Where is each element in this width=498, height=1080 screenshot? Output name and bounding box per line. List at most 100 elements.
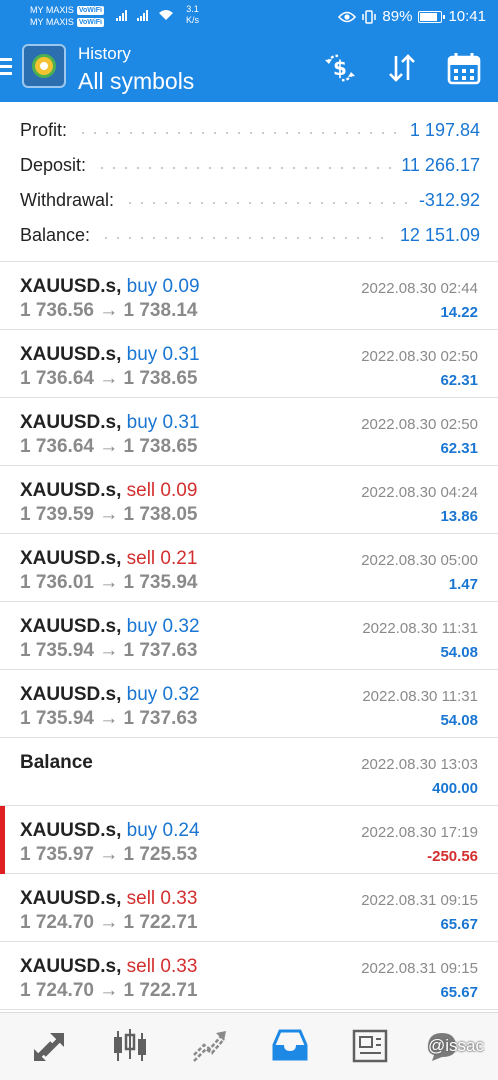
history-icon[interactable]: [270, 1025, 310, 1065]
deal-direction: buy 0.32: [126, 684, 200, 705]
deal-direction: sell 0.21: [126, 548, 198, 569]
summary-label: Profit:: [20, 119, 68, 140]
deal-time: 2022.08.30 13:03: [361, 756, 478, 773]
signal-strength-icon: [137, 9, 148, 21]
balance-label: Balance: [20, 752, 93, 773]
deal-direction: buy 0.32: [126, 616, 200, 637]
deal-row[interactable]: XAUUSD.s, sell 0.33 1 724.70 → 1 722.71 …: [0, 942, 498, 1010]
deal-direction: sell 0.33: [126, 956, 198, 977]
calendar-icon[interactable]: [446, 50, 482, 86]
deal-prices: 1 736.56 → 1 738.14: [20, 300, 198, 321]
signal-icons: [116, 9, 174, 21]
deal-symbol: XAUUSD.s,: [20, 956, 122, 977]
deal-row[interactable]: XAUUSD.s, sell 0.33 1 724.70 → 1 722.71 …: [0, 874, 498, 942]
deal-prices: 1 735.94 → 1 737.63: [20, 708, 198, 729]
wifi-icon: [159, 10, 173, 20]
app-logo: [22, 44, 66, 88]
vibrate-icon: [362, 9, 377, 24]
deal-profit: 65.67: [440, 916, 478, 933]
deal-symbol: XAUUSD.s,: [20, 820, 122, 841]
summary-row-withdrawal: Withdrawal: -312.92: [20, 183, 480, 217]
dotted-leader: [77, 132, 400, 134]
deal-prices: 1 724.70 → 1 722.71: [20, 980, 198, 1001]
deal-row[interactable]: XAUUSD.s, buy 0.31 1 736.64 → 1 738.65 2…: [0, 330, 498, 398]
deal-prices: 1 736.64 → 1 738.65: [20, 368, 198, 389]
page-title[interactable]: All symbols: [78, 68, 194, 95]
sort-icon[interactable]: [384, 50, 420, 86]
summary-row-deposit: Deposit: 11 266.17: [20, 148, 480, 182]
summary-row-balance: Balance: 12 151.09: [20, 218, 480, 252]
chart-icon[interactable]: [110, 1025, 150, 1065]
deal-symbol: XAUUSD.s,: [20, 548, 122, 569]
trade-icon[interactable]: [190, 1025, 230, 1065]
deal-time: 2022.08.31 09:15: [361, 892, 478, 909]
summary-value: 11 266.17: [401, 154, 480, 175]
summary-value: -312.92: [418, 189, 480, 210]
deal-prices: 1 735.94 → 1 737.63: [20, 640, 198, 661]
deal-time: 2022.08.30 17:19: [361, 824, 478, 841]
quotes-icon[interactable]: [30, 1025, 70, 1065]
bottom-navigation: [0, 1012, 498, 1080]
signal-strength-icon: [116, 9, 127, 21]
carrier-1-label: MY MAXIS: [30, 5, 74, 15]
loss-marker: [0, 806, 5, 874]
deal-time: 2022.08.30 11:31: [362, 620, 478, 637]
clock: 10:41: [448, 8, 486, 25]
deal-profit: 62.31: [440, 440, 478, 457]
deal-row[interactable]: XAUUSD.s, buy 0.24 1 735.97 → 1 725.53 2…: [0, 806, 498, 874]
deal-row[interactable]: XAUUSD.s, buy 0.32 1 735.94 → 1 737.63 2…: [0, 602, 498, 670]
deal-symbol: XAUUSD.s,: [20, 684, 122, 705]
deal-time: 2022.08.30 02:44: [361, 280, 478, 297]
deal-prices: 1 739.59 → 1 738.05: [20, 504, 198, 525]
eye-icon: [338, 11, 357, 22]
watermark: @issac: [428, 1036, 484, 1055]
deal-profit: 400.00: [432, 780, 478, 797]
svg-text:$: $: [333, 56, 347, 80]
deal-direction: buy 0.31: [126, 344, 200, 365]
speed-unit: K/s: [186, 15, 200, 25]
status-bar: MY MAXIS VoWiFi MY MAXIS VoWiFi 3.1 K/s 89…: [0, 0, 498, 36]
summary-label: Balance:: [20, 224, 91, 245]
deal-profit: 62.31: [440, 372, 478, 389]
summary-value: 1 197.84: [409, 119, 480, 140]
deal-direction: buy 0.31: [126, 412, 200, 433]
news-icon[interactable]: [350, 1025, 390, 1065]
deal-time: 2022.08.30 04:24: [361, 484, 478, 501]
carrier-info: MY MAXIS VoWiFi MY MAXIS VoWiFi: [30, 4, 104, 28]
deal-profit: 54.08: [440, 712, 478, 729]
deal-row[interactable]: XAUUSD.s, sell 0.21 1 736.01 → 1 735.94 …: [0, 534, 498, 602]
deal-symbol: XAUUSD.s,: [20, 616, 122, 637]
menu-icon[interactable]: [0, 58, 14, 76]
deal-profit: -250.56: [427, 848, 478, 865]
history-summary: Profit: 1 197.84 Deposit: 11 266.17 With…: [0, 102, 498, 262]
vowifi-badge: VoWiFi: [76, 5, 104, 15]
deals-list: XAUUSD.s, buy 0.09 1 736.56 → 1 738.14 2…: [0, 262, 498, 1010]
deal-profit: 65.67: [440, 984, 478, 1001]
deal-row[interactable]: XAUUSD.s, buy 0.32 1 735.94 → 1 737.63 2…: [0, 670, 498, 738]
deal-prices: 1 735.97 → 1 725.53: [20, 844, 198, 865]
deal-direction: sell 0.33: [126, 888, 198, 909]
deal-row[interactable]: XAUUSD.s, sell 0.09 1 739.59 → 1 738.05 …: [0, 466, 498, 534]
deal-row[interactable]: XAUUSD.s, buy 0.09 1 736.56 → 1 738.14 2…: [0, 262, 498, 330]
deal-time: 2022.08.30 02:50: [361, 416, 478, 433]
speed-value: 3.1: [186, 4, 199, 14]
summary-value: 12 151.09: [399, 224, 480, 245]
summary-label: Withdrawal:: [20, 189, 115, 210]
deal-time: 2022.08.30 02:50: [361, 348, 478, 365]
dotted-leader: [124, 202, 409, 204]
currency-exchange-icon[interactable]: $: [322, 50, 358, 86]
deal-symbol: XAUUSD.s,: [20, 480, 122, 501]
vowifi-badge: VoWiFi: [76, 17, 104, 27]
deal-row[interactable]: XAUUSD.s, buy 0.31 1 736.64 → 1 738.65 2…: [0, 398, 498, 466]
deal-symbol: XAUUSD.s,: [20, 888, 122, 909]
deal-symbol: XAUUSD.s,: [20, 412, 122, 433]
deal-symbol: XAUUSD.s,: [20, 344, 122, 365]
balance-row[interactable]: Balance 2022.08.30 13:03 400.00: [0, 738, 498, 806]
deal-direction: sell 0.09: [126, 480, 198, 501]
deal-time: 2022.08.30 05:00: [361, 552, 478, 569]
deal-direction: buy 0.24: [126, 820, 200, 841]
battery-percent: 89%: [382, 8, 413, 25]
deal-prices: 1 724.70 → 1 722.71: [20, 912, 198, 933]
deal-profit: 13.86: [440, 508, 478, 525]
deal-time: 2022.08.31 09:15: [361, 960, 478, 977]
